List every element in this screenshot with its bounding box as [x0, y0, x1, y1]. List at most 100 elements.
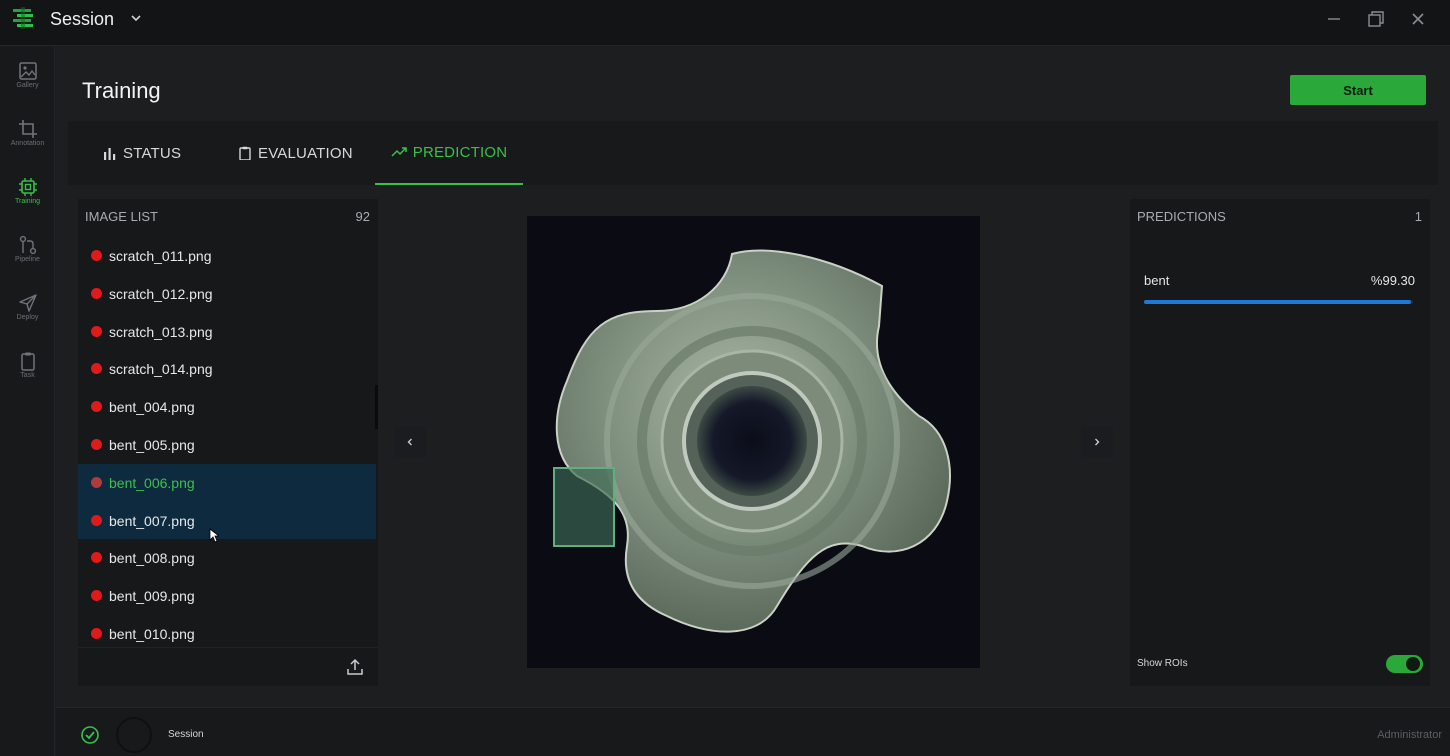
sidebar-item-label: Pipeline	[15, 256, 40, 263]
crop-icon	[18, 120, 37, 138]
image-list-scrollbar[interactable]	[375, 385, 378, 429]
send-icon	[18, 294, 37, 312]
tab-prediction[interactable]: PREDICTION	[375, 121, 523, 185]
file-name: scratch_014.png	[109, 361, 213, 378]
restore-icon[interactable]	[1366, 9, 1386, 29]
status-bar: Session Administrator	[56, 707, 1450, 756]
list-item[interactable]: bent_009.png	[78, 577, 376, 615]
file-name: bent_004.png	[109, 399, 195, 416]
file-name: bent_010.png	[109, 625, 195, 642]
start-button[interactable]: Start	[1290, 75, 1426, 105]
minimize-icon[interactable]	[1324, 9, 1344, 29]
status-dot	[91, 627, 102, 639]
file-name: scratch_013.png	[109, 323, 213, 340]
next-image-button[interactable]	[1081, 427, 1113, 457]
file-name: scratch_012.png	[109, 285, 213, 302]
sidebar-item-label: Training	[14, 198, 41, 205]
file-name: bent_007.png	[109, 512, 195, 529]
prediction-confidence-bar	[1144, 300, 1413, 304]
divider	[78, 647, 378, 648]
page-title: Training	[82, 78, 161, 103]
status-user: Administrator	[1377, 729, 1442, 741]
previous-image-button[interactable]	[394, 427, 426, 457]
show-rois-toggle[interactable]	[1386, 655, 1423, 673]
tee-nut-image	[527, 216, 980, 668]
chevron-left-icon	[407, 438, 412, 446]
title-bar: Session	[0, 0, 1450, 46]
sidebar-item-task[interactable]: Task	[0, 347, 55, 397]
chip-icon	[18, 178, 37, 196]
image-icon	[18, 62, 37, 80]
image-viewer[interactable]	[527, 216, 980, 668]
sidebar: Gallery Annotation Training Pipeline Dep…	[0, 47, 55, 756]
list-item[interactable]: scratch_013.png	[78, 313, 376, 351]
tab-label: EVALUATION	[258, 144, 353, 162]
chevron-down-icon[interactable]	[128, 10, 144, 26]
check-circle-icon	[81, 726, 99, 744]
predictions-count: 1	[1414, 209, 1422, 224]
clipboard-icon	[239, 146, 251, 160]
prediction-score: %99.30	[1370, 273, 1415, 288]
clipboard-icon	[20, 352, 35, 371]
list-item[interactable]: bent_004.png	[78, 388, 376, 426]
status-dot	[91, 552, 102, 564]
image-list-title: IMAGE LIST	[85, 209, 158, 224]
list-item[interactable]: scratch_012.png	[78, 275, 376, 313]
status-dot	[91, 325, 102, 337]
file-name: bent_008.png	[109, 550, 195, 567]
image-list-panel: IMAGE LIST 92 scratch_011.png scratch_01…	[78, 199, 378, 686]
list-item[interactable]: bent_007.png	[78, 501, 376, 540]
toggle-knob	[1406, 657, 1420, 671]
file-name: bent_009.png	[109, 588, 195, 605]
sidebar-item-label: Task	[20, 372, 35, 379]
session-title[interactable]: Session	[50, 9, 114, 30]
status-dot	[91, 250, 102, 261]
pipeline-icon	[19, 235, 36, 255]
show-rois-label: Show ROIs	[1137, 658, 1188, 669]
trend-up-icon	[391, 147, 407, 157]
file-name: scratch_011.png	[109, 248, 212, 264]
predictions-title: PREDICTIONS	[1137, 209, 1226, 224]
tab-label: STATUS	[123, 144, 182, 162]
status-session: Session	[168, 729, 204, 740]
status-dot	[91, 514, 102, 526]
status-dot	[91, 438, 102, 450]
list-item[interactable]: bent_005.png	[78, 426, 376, 464]
file-name: bent_005.png	[109, 436, 195, 453]
tab-bar: STATUS EVALUATION PREDICTION	[68, 121, 1438, 185]
upload-icon[interactable]	[346, 658, 364, 676]
status-dot	[91, 476, 102, 488]
image-count: 92	[355, 209, 370, 224]
chevron-right-icon	[1095, 438, 1100, 446]
tab-status[interactable]: STATUS	[103, 121, 181, 185]
sidebar-item-label: Gallery	[16, 82, 39, 89]
status-dot	[91, 363, 102, 375]
sidebar-item-training[interactable]: Training	[0, 173, 55, 223]
list-item[interactable]: bent_008.png	[78, 539, 376, 577]
prediction-confidence-fill	[1144, 300, 1412, 304]
list-item[interactable]: scratch_011.png	[78, 237, 376, 275]
tab-label: PREDICTION	[412, 143, 508, 161]
sidebar-item-label: Annotation	[10, 140, 45, 147]
app-logo-icon	[13, 7, 33, 29]
roi-box	[553, 467, 615, 547]
progress-ring	[116, 717, 152, 753]
status-dot	[91, 401, 102, 413]
file-name: bent_006.png	[109, 474, 195, 491]
image-list-header: IMAGE LIST 92	[78, 199, 378, 233]
sidebar-item-gallery[interactable]: Gallery	[0, 57, 55, 107]
list-item[interactable]: scratch_014.png	[78, 350, 376, 388]
sidebar-item-deploy[interactable]: Deploy	[0, 289, 55, 339]
status-dot	[91, 590, 102, 602]
predictions-panel: PREDICTIONS 1 bent %99.30 Show ROIs	[1130, 199, 1430, 686]
list-item-selected[interactable]: bent_006.png	[78, 463, 376, 502]
bar-chart-icon	[104, 148, 116, 160]
close-icon[interactable]	[1408, 9, 1428, 29]
tab-evaluation[interactable]: EVALUATION	[238, 121, 353, 185]
mouse-cursor-icon	[209, 528, 219, 543]
status-dot	[91, 287, 102, 299]
sidebar-item-pipeline[interactable]: Pipeline	[0, 231, 55, 281]
sidebar-item-label: Deploy	[16, 314, 39, 321]
sidebar-item-annotation[interactable]: Annotation	[0, 115, 55, 165]
image-list: scratch_011.png scratch_012.png scratch_…	[78, 237, 376, 653]
